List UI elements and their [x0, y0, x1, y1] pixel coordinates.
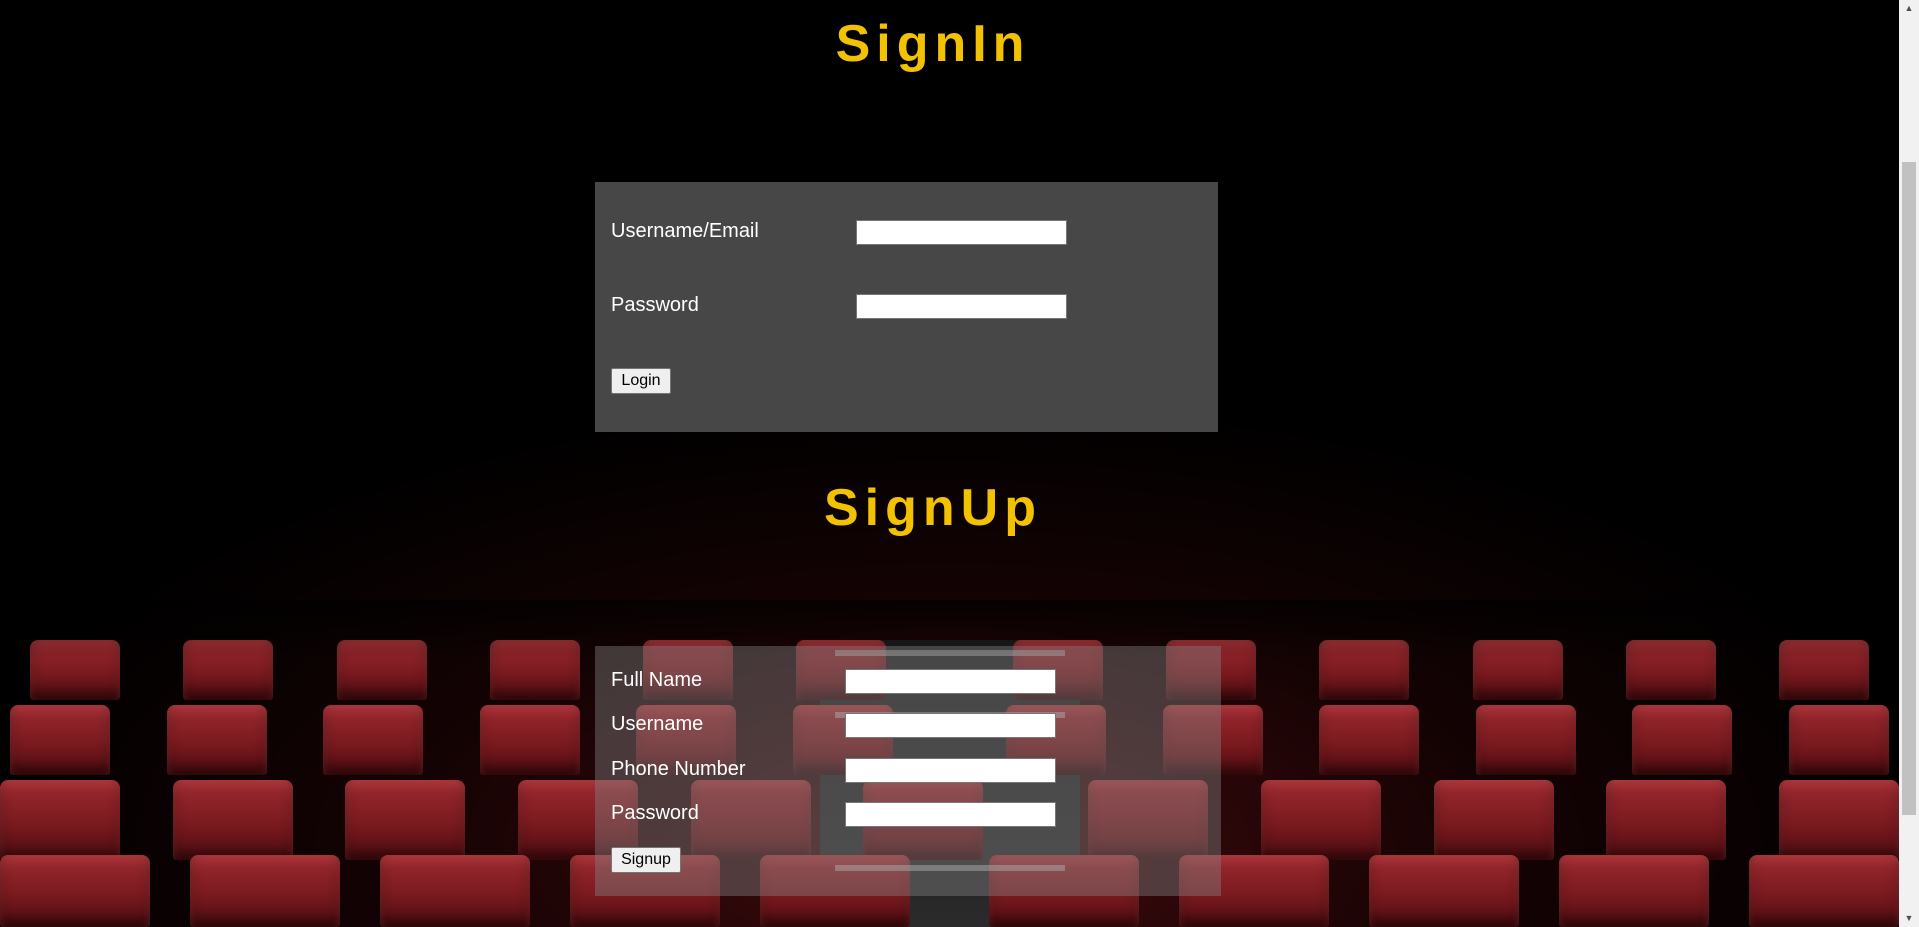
signin-form: Username/Email Password Login	[595, 182, 1218, 432]
triangle-up-icon[interactable]: ▲	[1899, 0, 1919, 17]
seat	[1433, 780, 1554, 860]
seat	[323, 705, 424, 775]
signup-username-label: Username	[611, 713, 704, 735]
signup-form: Full Name Username Phone Number Password…	[595, 646, 1221, 896]
seat	[10, 705, 110, 775]
seat	[379, 855, 530, 927]
phone-number-label: Phone Number	[611, 758, 746, 780]
signin-password-label: Password	[611, 294, 699, 316]
seat	[1778, 780, 1899, 860]
seat	[1748, 855, 1899, 927]
seat	[189, 855, 340, 927]
seat	[345, 780, 466, 860]
seat	[1475, 705, 1576, 775]
seat	[479, 705, 580, 775]
signup-title: SignUp	[824, 479, 1042, 537]
seat	[1606, 780, 1727, 860]
seat	[172, 780, 293, 860]
full-name-input[interactable]	[845, 669, 1056, 694]
vertical-scrollbar[interactable]: ▲ ▼	[1899, 0, 1919, 927]
full-name-label: Full Name	[611, 669, 703, 691]
triangle-down-icon[interactable]: ▼	[1899, 910, 1919, 927]
seat	[1559, 855, 1710, 927]
username-email-input[interactable]	[856, 220, 1067, 245]
username-email-label: Username/Email	[611, 220, 759, 242]
seat	[1369, 855, 1520, 927]
seat	[0, 780, 120, 860]
seat	[1261, 780, 1381, 860]
scroll-thumb[interactable]	[1902, 162, 1916, 815]
seat	[0, 855, 150, 927]
signin-title: SignIn	[835, 15, 1031, 73]
signup-username-input[interactable]	[845, 713, 1056, 738]
signup-password-label: Password	[611, 802, 699, 824]
seat	[1319, 705, 1420, 775]
signup-password-input[interactable]	[845, 802, 1056, 827]
signup-button[interactable]: Signup	[611, 847, 681, 873]
seat	[1632, 705, 1733, 775]
seat	[1788, 705, 1889, 775]
seat	[166, 705, 267, 775]
phone-number-input[interactable]	[845, 758, 1056, 783]
login-button[interactable]: Login	[611, 368, 671, 394]
signin-password-input[interactable]	[856, 294, 1067, 319]
